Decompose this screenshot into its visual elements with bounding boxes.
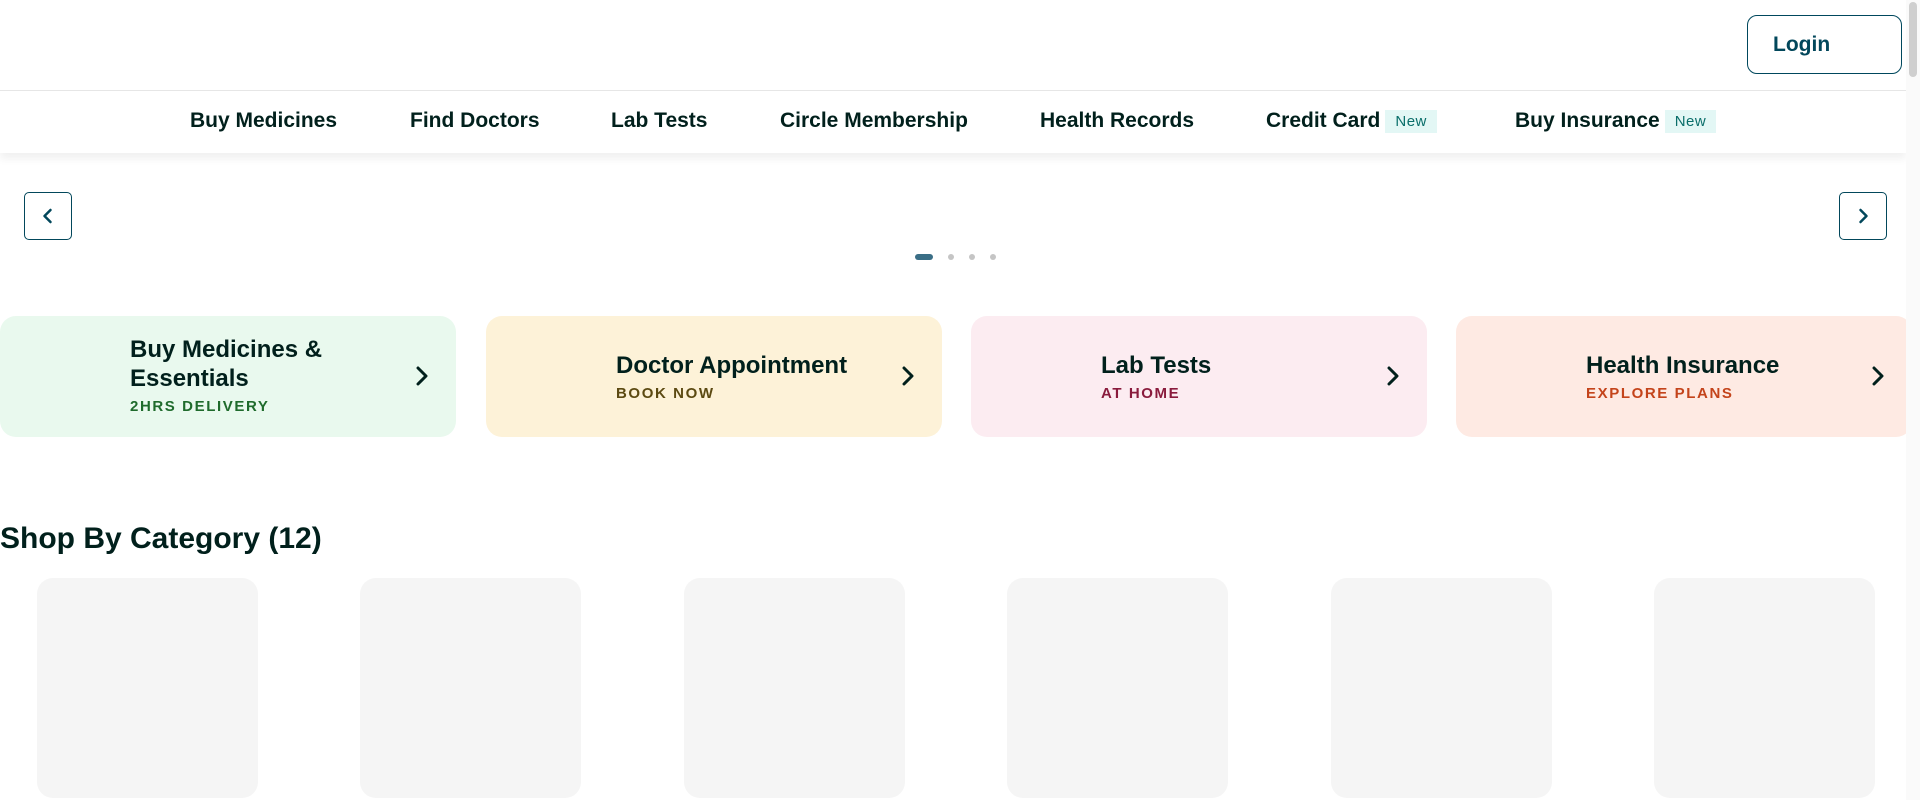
- new-badge: New: [1664, 109, 1717, 133]
- nav-item-label: Buy Insurance: [1515, 109, 1660, 132]
- carousel-pagination: [915, 254, 1011, 260]
- category-tile[interactable]: [1331, 578, 1552, 798]
- page-scrollbar[interactable]: [1906, 0, 1920, 800]
- nav-item-buy-medicines[interactable]: Buy Medicines: [190, 91, 337, 151]
- carousel-dot[interactable]: [990, 254, 996, 260]
- carousel-dot[interactable]: [915, 254, 933, 260]
- chevron-right-icon: [1859, 208, 1868, 224]
- category-tile[interactable]: [1654, 578, 1875, 798]
- nav-item-find-doctors[interactable]: Find Doctors: [410, 91, 540, 151]
- carousel-dot[interactable]: [969, 254, 975, 260]
- nav-item-label: Lab Tests: [611, 109, 708, 132]
- chevron-left-icon: [43, 208, 52, 224]
- service-card-title: Lab Tests: [1101, 352, 1212, 379]
- login-button[interactable]: Login: [1747, 15, 1902, 74]
- nav-item-circle-membership[interactable]: Circle Membership: [780, 91, 968, 151]
- nav-item-label: Circle Membership: [780, 109, 968, 132]
- category-tile[interactable]: [37, 578, 258, 798]
- section-title-shop-by-category: Shop By Category (12): [0, 522, 322, 555]
- service-card-title: Health Insurance: [1586, 352, 1780, 379]
- service-card-subtitle: EXPLORE PLANS: [1586, 385, 1734, 402]
- service-card-lab-tests[interactable]: Lab Tests AT HOME: [971, 316, 1427, 437]
- nav-item-credit-card[interactable]: Credit Card New: [1266, 91, 1437, 151]
- new-badge: New: [1385, 109, 1437, 133]
- category-tile[interactable]: [684, 578, 905, 798]
- service-card-health-insurance[interactable]: Health Insurance EXPLORE PLANS: [1456, 316, 1912, 437]
- nav-item-label: Buy Medicines: [190, 109, 338, 132]
- chevron-right-icon: [416, 366, 428, 386]
- top-header: Login: [0, 0, 1906, 90]
- nav-item-label: Health Records: [1040, 109, 1195, 132]
- nav-item-health-records[interactable]: Health Records: [1040, 91, 1194, 151]
- carousel-dot[interactable]: [948, 254, 954, 260]
- service-card-subtitle: BOOK NOW: [616, 385, 715, 402]
- nav-item-lab-tests[interactable]: Lab Tests: [611, 91, 707, 151]
- chevron-right-icon: [1387, 366, 1399, 386]
- service-card-buy-medicines[interactable]: Buy Medicines & Essentials 2HRS DELIVERY: [0, 316, 456, 437]
- service-card-subtitle: AT HOME: [1101, 385, 1181, 402]
- main-nav: Buy Medicines Find Doctors Lab Tests Cir…: [0, 90, 1906, 153]
- carousel-next-button[interactable]: [1839, 192, 1887, 240]
- service-card-subtitle: 2HRS DELIVERY: [130, 398, 270, 415]
- chevron-right-icon: [902, 366, 914, 386]
- category-tile[interactable]: [1007, 578, 1228, 798]
- category-tile[interactable]: [360, 578, 581, 798]
- chevron-right-icon: [1872, 366, 1884, 386]
- scrollbar-thumb[interactable]: [1909, 2, 1917, 77]
- service-card-doctor-appointment[interactable]: Doctor Appointment BOOK NOW: [486, 316, 942, 437]
- service-card-title: Doctor Appointment: [616, 352, 848, 379]
- service-card-title: Buy Medicines & Essentials: [130, 336, 323, 392]
- nav-item-label: Find Doctors: [410, 109, 540, 132]
- nav-item-buy-insurance[interactable]: Buy Insurance New: [1515, 91, 1717, 151]
- carousel-prev-button[interactable]: [24, 192, 72, 240]
- nav-item-label: Credit Card: [1266, 109, 1381, 132]
